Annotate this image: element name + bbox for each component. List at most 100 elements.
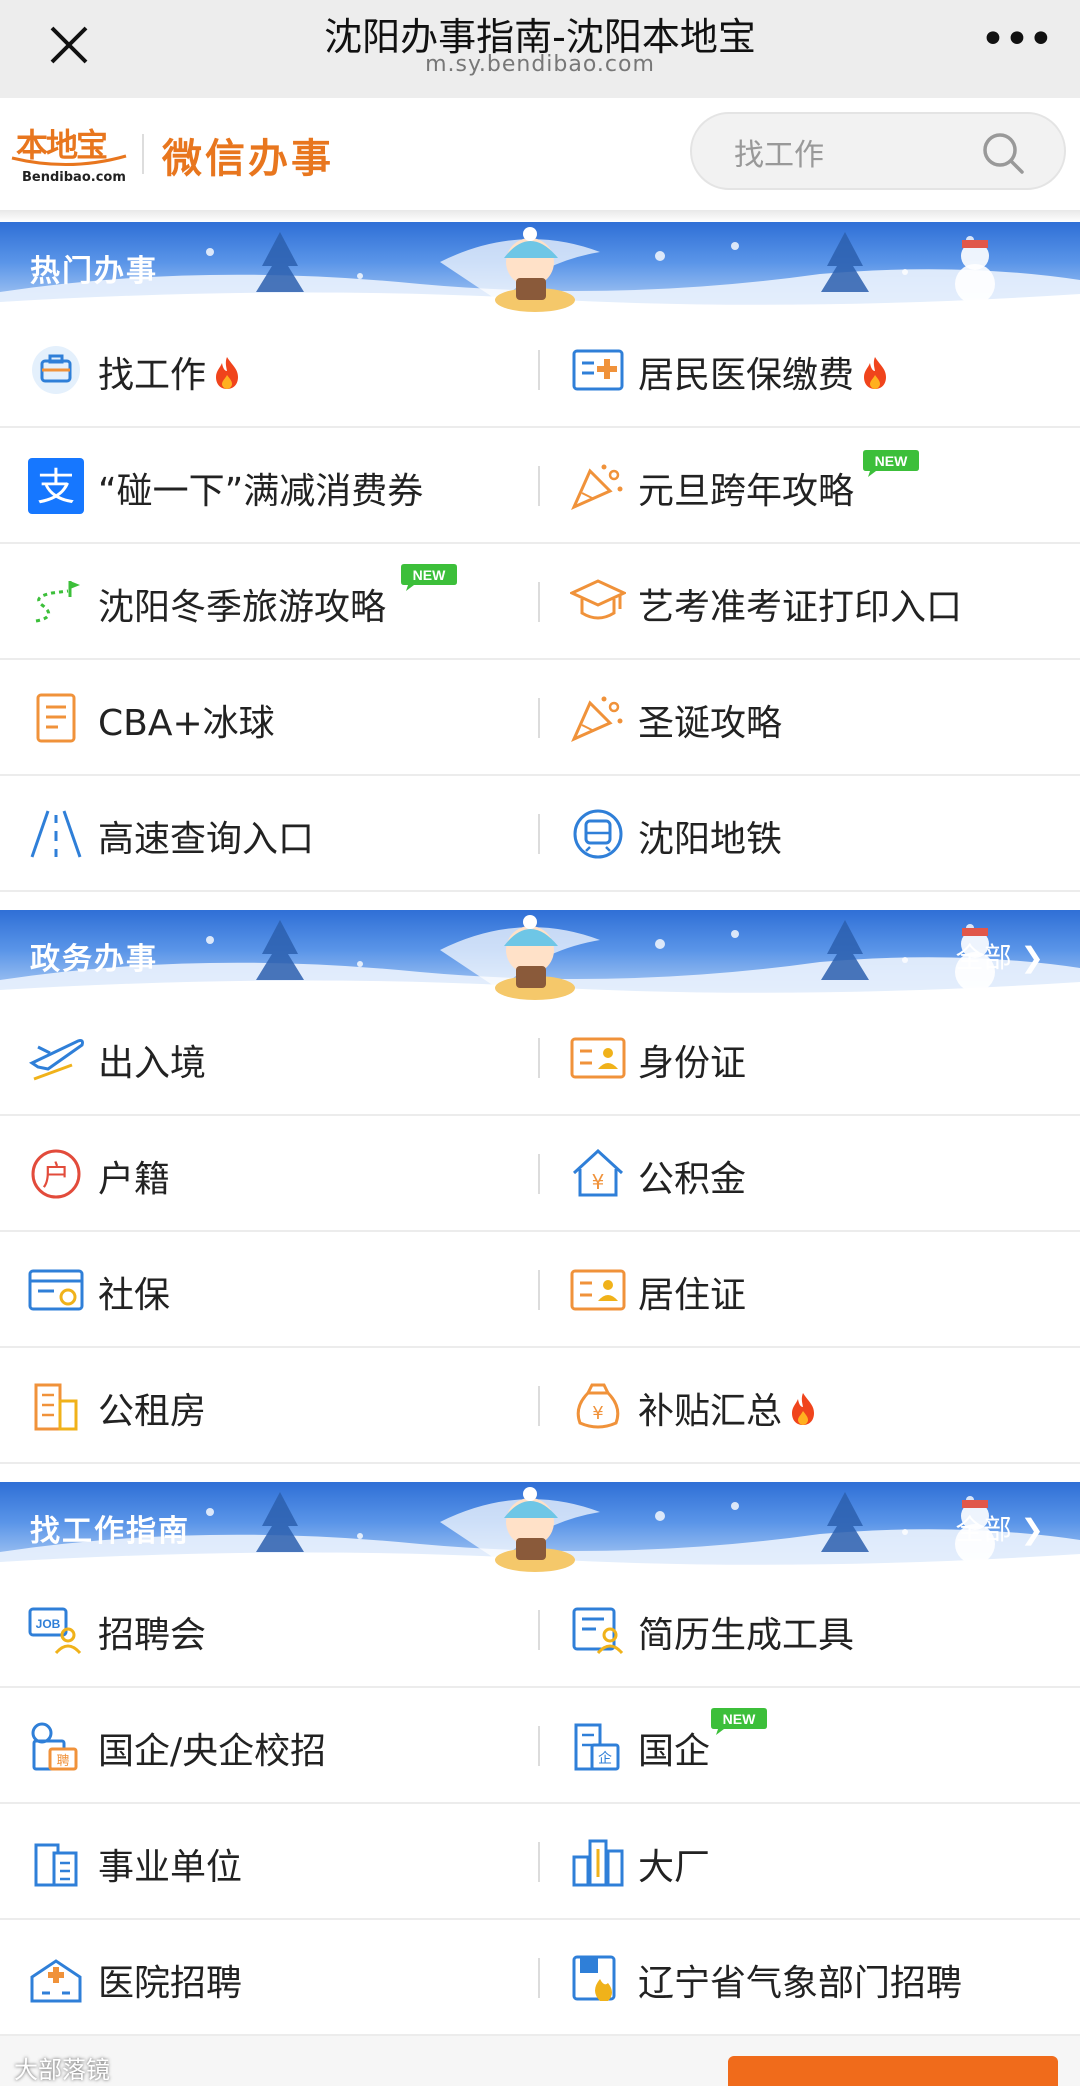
svg-text:¥: ¥ xyxy=(592,1403,603,1424)
highway-icon xyxy=(30,810,82,858)
service-label: 招聘会 xyxy=(98,1615,207,1656)
service-item-id-card[interactable]: 身份证 xyxy=(540,1000,1060,1114)
list-row: 沈阳冬季旅游攻略 艺考准考证打印入口 xyxy=(0,544,1080,660)
winter-banner-illustration xyxy=(0,910,1080,1000)
service-item-public-institution[interactable]: 事业单位 xyxy=(0,1804,520,1918)
bottom-action-button[interactable] xyxy=(728,2056,1058,2086)
service-item-household-register[interactable]: 户 户籍 xyxy=(0,1116,520,1230)
service-item-exit-entry[interactable]: 出入境 xyxy=(0,1000,520,1114)
logo-swoosh-icon xyxy=(11,154,127,167)
money-bag-icon: ¥ xyxy=(576,1383,620,1429)
site-header: 本地宝 Bendibao.com 微信办事 找工作 xyxy=(0,98,1080,210)
service-item-hospital-recruit[interactable]: 医院招聘 xyxy=(0,1920,520,2034)
social-security-card-icon xyxy=(28,1269,84,1311)
service-item-cba-hockey[interactable]: CBA+冰球 xyxy=(0,660,520,774)
alipay-icon: 支 xyxy=(28,458,84,514)
more-menu-icon[interactable]: ••• xyxy=(980,18,1054,70)
service-label: 居住证 xyxy=(638,1275,747,1316)
weather-dept-icon xyxy=(572,1955,616,2001)
list-row: JOB 招聘会 简历生成工具 xyxy=(0,1572,1080,1688)
service-item-christmas-guide[interactable]: 圣诞攻略 xyxy=(540,660,1060,774)
household-icon: 户 xyxy=(31,1149,81,1199)
bendibao-logo[interactable]: 本地宝 Bendibao.com xyxy=(10,120,128,194)
service-label: 沈阳地铁 xyxy=(638,819,783,860)
service-item-consumption-coupon[interactable]: 支 “碰一下”满减消费券 xyxy=(0,428,520,542)
service-label: 艺考准考证打印入口 xyxy=(638,587,963,628)
service-label: 事业单位 xyxy=(98,1847,243,1888)
section-banner-gov: 政务办事 全部 ❯ xyxy=(0,910,1080,1000)
airplane-icon xyxy=(28,1039,84,1081)
logo-domain: Bendibao.com xyxy=(22,170,126,185)
service-label: 元旦跨年攻略 xyxy=(638,471,855,512)
service-item-public-rental[interactable]: 公租房 xyxy=(0,1348,520,1462)
section-banner-jobs: 找工作指南 全部 ❯ xyxy=(0,1482,1080,1572)
new-badge-icon xyxy=(400,562,458,592)
service-item-big-tech[interactable]: 大厂 xyxy=(540,1804,1060,1918)
job-fair-icon: JOB xyxy=(28,1607,82,1655)
service-item-resume-tool[interactable]: 简历生成工具 xyxy=(540,1572,1060,1686)
service-item-residence-permit[interactable]: 居住证 xyxy=(540,1232,1060,1346)
search-placeholder: 找工作 xyxy=(734,138,824,173)
browser-top-bar: 沈阳办事指南-沈阳本地宝 m.sy.bendibao.com ••• xyxy=(0,0,1080,98)
service-label: 沈阳冬季旅游攻略 xyxy=(98,587,387,628)
new-badge-icon xyxy=(862,448,920,478)
medical-card-icon xyxy=(572,349,624,391)
building-icon xyxy=(34,1383,78,1431)
service-item-find-job[interactable]: 找工作 xyxy=(0,312,520,426)
service-item-subsidy-summary[interactable]: ¥ 补贴汇总 xyxy=(540,1348,1060,1462)
service-label: 公积金 xyxy=(638,1159,747,1200)
search-box[interactable]: 找工作 xyxy=(690,112,1066,190)
service-item-housing-fund[interactable]: ¥ 公积金 xyxy=(540,1116,1060,1230)
service-item-weather-dept-recruit[interactable]: 辽宁省气象部门招聘 xyxy=(540,1920,1060,2034)
svg-text:户: 户 xyxy=(42,1159,70,1192)
search-icon[interactable] xyxy=(980,130,1026,176)
resume-icon xyxy=(572,1607,624,1655)
id-card-icon xyxy=(570,1037,626,1079)
list-row: 医院招聘 辽宁省气象部门招聘 xyxy=(0,1920,1080,2036)
service-label: 公租房 xyxy=(98,1391,207,1432)
residence-permit-icon xyxy=(570,1269,626,1311)
service-item-new-year-guide[interactable]: 元旦跨年攻略 xyxy=(540,428,1060,542)
party-popper-icon xyxy=(571,696,623,742)
route-flag-icon xyxy=(35,581,80,623)
list-row: 事业单位 大厂 xyxy=(0,1804,1080,1920)
header-shadow xyxy=(0,210,1080,222)
service-label: 医院招聘 xyxy=(98,1963,243,2004)
header-divider xyxy=(142,134,144,174)
section-banner-hot: 热门办事 xyxy=(0,222,1080,312)
service-label: 社保 xyxy=(98,1275,171,1316)
page-url: m.sy.bendibao.com xyxy=(425,52,655,77)
list-row: 社保 居住证 xyxy=(0,1232,1080,1348)
service-label: 圣诞攻略 xyxy=(638,703,783,744)
service-item-job-fair[interactable]: JOB 招聘会 xyxy=(0,1572,520,1686)
service-label: 补贴汇总 xyxy=(638,1391,783,1432)
service-item-campus-recruit[interactable]: 聘 国企/央企校招 xyxy=(0,1688,520,1802)
state-enterprise-icon: 企 xyxy=(574,1723,620,1771)
service-item-medical-insurance[interactable]: 居民医保缴费 xyxy=(540,312,1060,426)
graduation-cap-icon xyxy=(570,579,626,620)
list-row: 找工作 居民医保缴费 xyxy=(0,312,1080,428)
list-row: 高速查询入口 沈阳地铁 xyxy=(0,776,1080,892)
service-item-highway-query[interactable]: 高速查询入口 xyxy=(0,776,520,890)
list-row: 公租房 ¥ 补贴汇总 xyxy=(0,1348,1080,1464)
service-item-shenyang-metro[interactable]: 沈阳地铁 xyxy=(540,776,1060,890)
service-label: 高速查询入口 xyxy=(98,819,315,860)
watermark: 大部落镜 xyxy=(14,2056,110,2084)
service-item-winter-travel[interactable]: 沈阳冬季旅游攻略 xyxy=(0,544,520,658)
service-label: 国企/央企校招 xyxy=(98,1731,327,1772)
view-all-link[interactable]: 全部 ❯ xyxy=(956,1508,1044,1548)
service-item-social-security[interactable]: 社保 xyxy=(0,1232,520,1346)
service-label: 大厂 xyxy=(638,1847,711,1888)
list-row: 出入境 身份证 xyxy=(0,1000,1080,1116)
view-all-link[interactable]: 全部 ❯ xyxy=(956,936,1044,976)
list-row: 户 户籍 ¥ 公积金 xyxy=(0,1116,1080,1232)
service-label: 户籍 xyxy=(98,1159,171,1200)
service-item-art-exam-ticket[interactable]: 艺考准考证打印入口 xyxy=(540,544,1060,658)
party-popper-icon xyxy=(571,464,623,510)
list-row: 支 “碰一下”满减消费券 元旦跨年攻略 xyxy=(0,428,1080,544)
service-label: 简历生成工具 xyxy=(638,1615,855,1656)
section-title-gov: 政务办事 xyxy=(30,942,158,977)
service-label: 辽宁省气象部门招聘 xyxy=(638,1963,963,2004)
metro-icon xyxy=(573,809,623,859)
service-item-state-owned[interactable]: 企 国企 xyxy=(540,1688,1060,1802)
